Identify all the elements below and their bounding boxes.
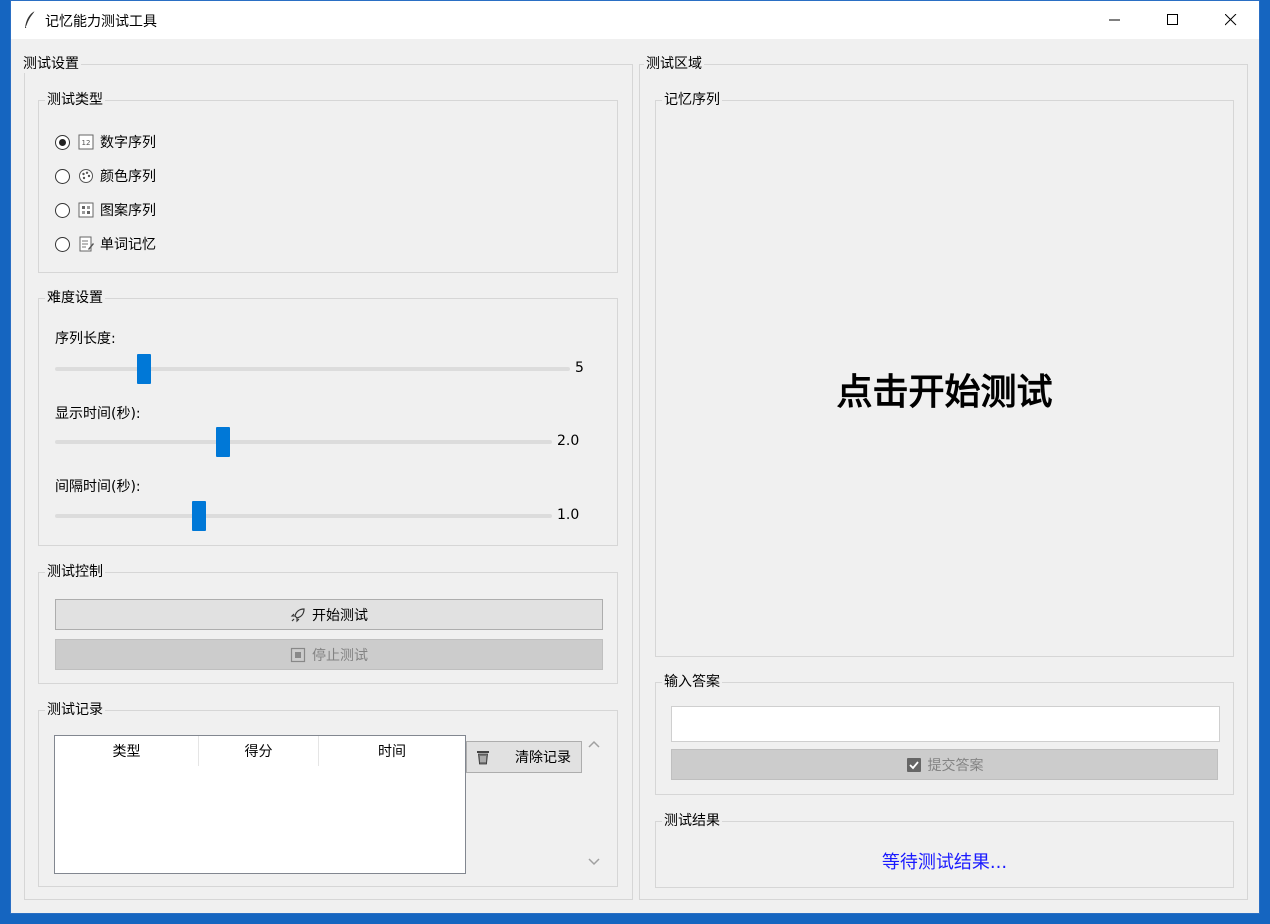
radio-indicator[interactable]	[55, 202, 70, 218]
scroll-up-icon[interactable]	[588, 740, 600, 748]
rocket-icon	[290, 607, 305, 622]
sequence-length-label: 序列长度:	[55, 331, 116, 347]
radio-color-sequence[interactable]: 颜色序列	[55, 166, 156, 186]
display-time-thumb[interactable]	[216, 427, 230, 457]
interval-time-label: 间隔时间(秒):	[55, 479, 141, 495]
minimize-button[interactable]	[1086, 1, 1144, 39]
radio-label: 单词记忆	[100, 237, 156, 253]
stop-test-button[interactable]: 停止测试	[55, 639, 603, 670]
radio-indicator[interactable]	[55, 168, 70, 184]
interval-time-value: 1.0	[557, 507, 580, 523]
start-test-button[interactable]: 开始测试	[55, 599, 603, 630]
test-type-group: 测试类型 12 数字序列 颜色序列 图案序列 单词记忆	[38, 91, 618, 273]
sequence-display: 点击开始测试	[836, 371, 1053, 413]
result-group: 测试结果 等待测试结果...	[655, 812, 1234, 888]
radio-number-sequence[interactable]: 12 数字序列	[55, 132, 156, 152]
radio-indicator[interactable]	[55, 134, 70, 150]
column-header-label: 时间	[378, 744, 406, 760]
control-group: 测试控制 开始测试 停止测试	[38, 563, 618, 684]
submit-answer-button[interactable]: 提交答案	[671, 749, 1218, 780]
settings-title: 测试设置	[21, 55, 81, 73]
close-icon	[1225, 14, 1237, 26]
trash-can-icon	[477, 751, 489, 765]
interval-time-thumb[interactable]	[192, 501, 206, 531]
radio-word-memory[interactable]: 单词记忆	[55, 234, 156, 254]
stop-test-label: 停止测试	[312, 647, 368, 664]
records-table[interactable]: 类型 得分 时间	[54, 735, 466, 874]
radio-label: 数字序列	[100, 135, 156, 151]
scroll-down-icon[interactable]	[588, 858, 600, 866]
submit-answer-label: 提交答案	[927, 757, 984, 774]
answer-title: 输入答案	[662, 673, 722, 691]
interval-time-slider[interactable]	[55, 514, 552, 518]
svg-text:12: 12	[82, 139, 91, 147]
sequence-length-slider[interactable]	[55, 367, 570, 371]
column-header-label: 类型	[112, 744, 141, 760]
column-header-score[interactable]: 得分	[199, 736, 319, 766]
memo-icon	[79, 236, 94, 252]
column-header-type[interactable]: 类型	[55, 736, 199, 766]
radio-label: 图案序列	[100, 203, 156, 219]
minimize-icon	[1109, 19, 1120, 21]
window-title: 记忆能力测试工具	[45, 14, 157, 30]
result-text: 等待测试结果...	[881, 852, 1008, 873]
display-time-value: 2.0	[557, 433, 580, 449]
records-group: 测试记录 类型 得分 时间 清除记录	[38, 701, 618, 887]
app-window: 记忆能力测试工具 测试设置 测试类型 12 数字序列 颜色序列 图案序列 单词记…	[10, 0, 1260, 914]
display-time-slider[interactable]	[55, 440, 552, 444]
feather-icon	[25, 10, 36, 28]
maximize-button[interactable]	[1144, 1, 1202, 39]
answer-group: 输入答案 提交答案	[655, 673, 1234, 795]
number-grid-icon: 12	[78, 134, 94, 150]
start-test-label: 开始测试	[312, 607, 368, 624]
stop-icon	[290, 647, 306, 662]
pattern-grid-icon	[78, 202, 94, 218]
close-button[interactable]	[1202, 1, 1260, 39]
palette-icon	[79, 169, 93, 183]
control-title: 测试控制	[45, 563, 105, 581]
radio-label: 颜色序列	[100, 169, 156, 185]
answer-input[interactable]	[671, 706, 1220, 742]
test-area-title: 测试区域	[644, 55, 704, 73]
difficulty-group: 难度设置 序列长度: 5 显示时间(秒): 2.0 间隔时间(秒): 1.0	[38, 289, 618, 546]
result-title: 测试结果	[662, 812, 722, 830]
records-scrollbar[interactable]	[584, 735, 604, 874]
test-type-title: 测试类型	[45, 91, 105, 109]
sequence-group: 记忆序列 点击开始测试	[655, 91, 1234, 657]
sequence-length-thumb[interactable]	[137, 354, 151, 384]
clear-records-button[interactable]: 清除记录	[466, 741, 582, 773]
column-header-time[interactable]: 时间	[319, 736, 465, 766]
maximize-icon	[1167, 14, 1178, 25]
clear-records-label: 清除记录	[515, 750, 571, 766]
test-area-group: 测试区域 记忆序列 点击开始测试 输入答案 提交答案 测试结果 等待测试结果..…	[639, 55, 1248, 900]
display-time-label: 显示时间(秒):	[55, 406, 141, 422]
radio-pattern-sequence[interactable]: 图案序列	[55, 200, 156, 220]
difficulty-title: 难度设置	[45, 289, 105, 307]
sequence-title: 记忆序列	[662, 91, 722, 109]
checkbox-icon	[906, 757, 921, 772]
sequence-length-value: 5	[575, 360, 584, 376]
records-title: 测试记录	[45, 701, 105, 719]
settings-group: 测试设置 测试类型 12 数字序列 颜色序列 图案序列 单词记忆 难度设置 序列…	[21, 55, 633, 900]
title-bar[interactable]: 记忆能力测试工具	[11, 1, 1259, 39]
column-header-label: 得分	[244, 744, 273, 760]
radio-indicator[interactable]	[55, 236, 70, 252]
